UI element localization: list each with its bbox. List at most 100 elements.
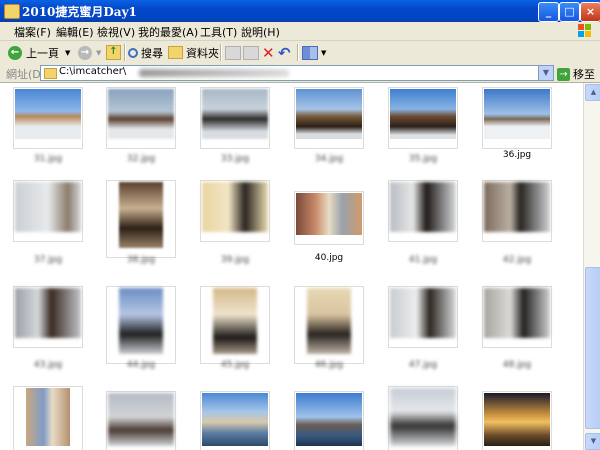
toolbar-separator [297,44,299,61]
file-thumbnail[interactable] [13,180,83,242]
file-name: 32.jpg [126,154,156,164]
file-name: 35.jpg [408,154,438,164]
file-name: 37.jpg [33,255,63,265]
file-name: 47.jpg [408,360,438,370]
undo-icon: ↶ [278,43,291,62]
move-to-icon [225,45,241,60]
file-thumbnail[interactable] [388,386,458,450]
folder-icon [44,68,57,79]
back-arrow-icon: ← [8,45,22,60]
folder-up-icon: ↑ [106,45,121,60]
scroll-up-arrow-icon[interactable]: ▲ [585,84,600,101]
file-thumbnail[interactable] [200,87,270,149]
menu-edit[interactable]: 編輯(E) [56,24,94,40]
go-label: 移至 [573,68,595,81]
toolbar-separator [124,44,126,61]
folders-label: 資料夾 [186,46,219,60]
file-view[interactable]: 31.jpg 32.jpg 33.jpg 34.jpg 35.jpg 36.jp… [0,83,583,450]
address-input[interactable]: C:\imcatcher\ ▼ [40,65,554,81]
undo-button[interactable]: ↶ [278,43,291,62]
file-thumbnail[interactable] [106,87,176,149]
file-name: 45.jpg [220,360,250,370]
file-name: 42.jpg [502,255,532,265]
file-thumbnail[interactable] [106,391,176,450]
menu-tools[interactable]: 工具(T) [200,24,237,40]
file-thumbnail[interactable] [294,391,364,450]
back-dropdown-icon[interactable]: ▼ [65,49,70,57]
copy-to-icon [243,45,259,60]
forward-arrow-icon: → [78,45,92,60]
file-name: 44.jpg [126,360,156,370]
file-name: 46.jpg [314,360,344,370]
file-thumbnail[interactable] [13,87,83,149]
file-name: 41.jpg [408,255,438,265]
copy-to-button[interactable] [243,44,259,61]
file-thumbnail[interactable] [200,286,270,364]
file-name: 31.jpg [33,154,63,164]
file-thumbnail[interactable] [13,386,83,450]
file-thumbnail[interactable] [482,87,552,149]
file-name: 36.jpg [502,150,532,160]
folder-icon [4,4,20,19]
forward-dropdown-icon[interactable]: ▼ [96,49,101,57]
toolbar: ← 上一頁 ▼ → ▼ ↑ 搜尋 資料夾 ✕ ↶ ▼ [0,41,600,65]
menu-view[interactable]: 檢視(V) [97,24,135,40]
maximize-button[interactable]: □ [559,2,580,22]
file-thumbnail[interactable] [388,87,458,149]
window-title: 2010捷克蜜月Day1 [22,5,137,19]
address-path: C:\imcatcher\ [59,66,127,77]
file-thumbnail[interactable] [482,286,552,348]
minimize-button[interactable]: _ [538,2,559,22]
views-icon [302,45,318,60]
views-button[interactable]: ▼ [302,44,326,61]
menu-favorites[interactable]: 我的最愛(A) [138,24,198,40]
up-button[interactable]: ↑ [106,44,121,61]
search-button[interactable]: 搜尋 [128,44,163,61]
file-name: 48.jpg [502,360,532,370]
file-thumbnail[interactable] [294,286,364,364]
file-thumbnail[interactable] [294,87,364,149]
toolbar-separator [220,44,222,61]
file-name: 38.jpg [126,255,156,265]
file-thumbnail[interactable] [106,286,176,364]
address-dropdown-icon[interactable]: ▼ [538,66,553,80]
file-thumbnail[interactable] [388,286,458,348]
back-label: 上一頁 [26,46,59,60]
delete-button[interactable]: ✕ [262,43,275,62]
scroll-thumb[interactable] [585,267,600,429]
folders-button[interactable]: 資料夾 [168,44,219,61]
file-thumbnail[interactable] [13,286,83,348]
menu-file[interactable]: 檔案(F) [14,24,51,40]
file-name: 43.jpg [33,360,63,370]
go-button[interactable]: → 移至 [557,66,595,82]
file-thumbnail[interactable] [388,180,458,242]
windows-logo-icon [578,24,591,37]
file-name: 34.jpg [314,154,344,164]
file-thumbnail[interactable] [106,180,176,258]
search-icon [128,47,138,58]
back-button[interactable]: ← 上一頁 ▼ [8,44,70,61]
address-bar: 網址(D) C:\imcatcher\ ▼ → 移至 [0,64,600,83]
vertical-scrollbar[interactable]: ▲ ▼ [583,83,600,450]
scroll-down-arrow-icon[interactable]: ▼ [585,433,600,450]
redacted-path [139,69,289,77]
close-button[interactable]: × [580,2,600,22]
go-arrow-icon: → [557,67,570,81]
forward-button[interactable]: → ▼ [78,44,101,61]
file-thumbnail[interactable] [294,191,364,245]
menu-help[interactable]: 說明(H) [241,24,280,40]
file-thumbnail[interactable] [200,180,270,242]
search-label: 搜尋 [141,46,163,60]
delete-icon: ✕ [262,43,275,62]
file-thumbnail[interactable] [482,180,552,242]
folders-icon [168,46,183,59]
file-name: 40.jpg [314,253,344,263]
file-thumbnail[interactable] [482,391,552,450]
views-dropdown-icon: ▼ [321,48,327,57]
move-to-button[interactable] [225,44,241,61]
menu-bar: 檔案(F) 編輯(E) 檢視(V) 我的最愛(A) 工具(T) 說明(H) [0,22,600,41]
file-thumbnail[interactable] [200,391,270,450]
file-name: 39.jpg [220,255,250,265]
title-bar: 2010捷克蜜月Day1 _ □ × [0,0,600,22]
file-name: 33.jpg [220,154,250,164]
